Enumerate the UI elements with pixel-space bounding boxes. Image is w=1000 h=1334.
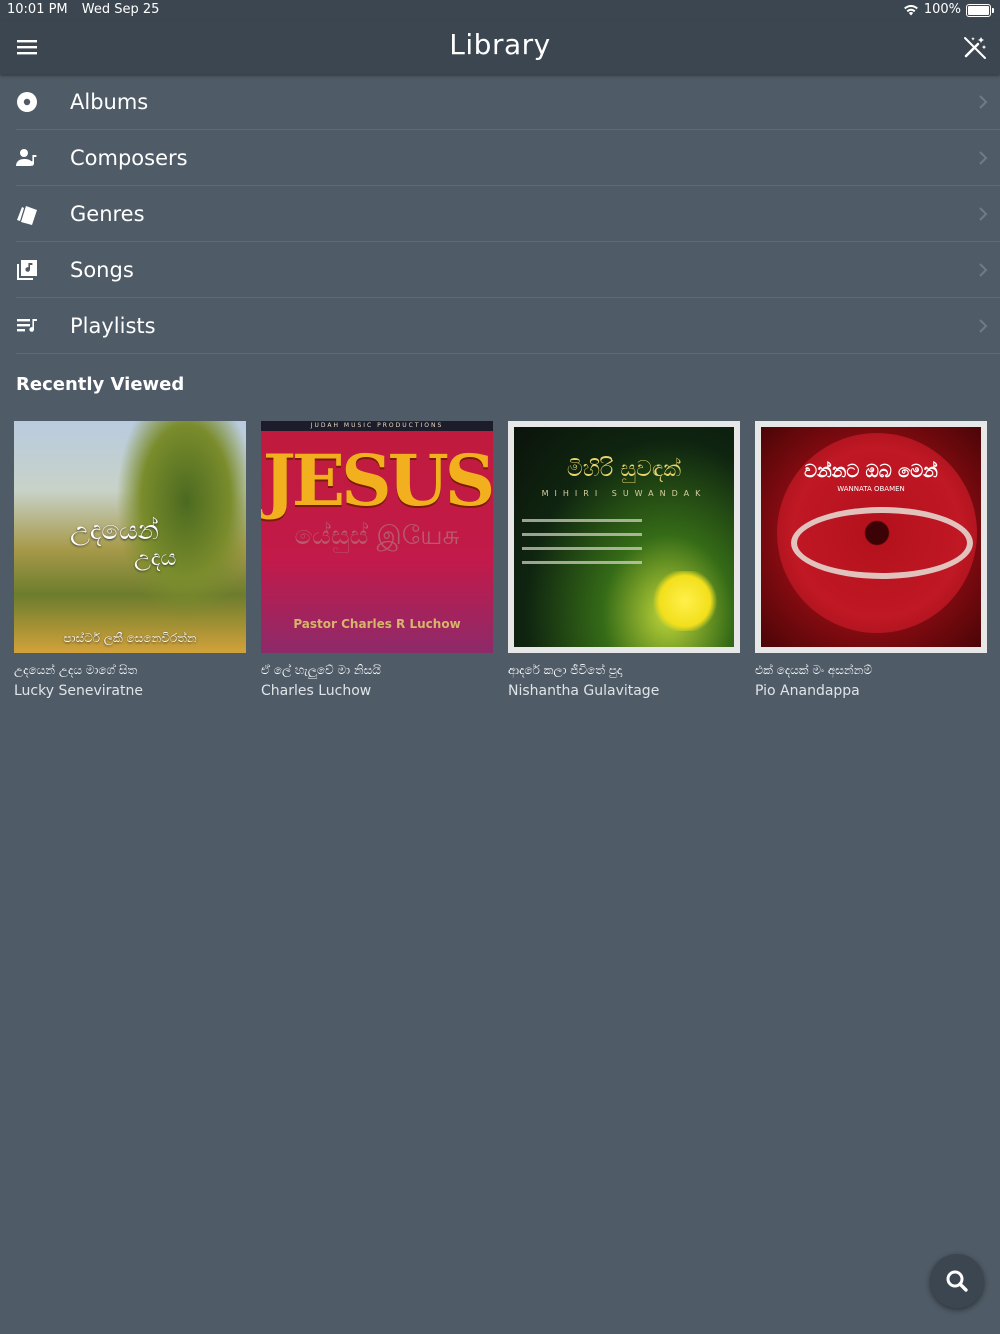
cover-text: JUDAH MUSIC PRODUCTIONS bbox=[261, 421, 493, 431]
library-item-label: Genres bbox=[70, 202, 145, 226]
playlist-icon bbox=[17, 319, 37, 332]
cover-text: JESUS bbox=[262, 439, 493, 522]
nav-bar: Library bbox=[0, 20, 1000, 74]
cover-track-lines bbox=[522, 519, 642, 575]
page-title: Library bbox=[449, 28, 551, 61]
album-artist: Pio Anandappa bbox=[755, 683, 860, 699]
genre-icon bbox=[17, 206, 37, 225]
cover-text: උදයෙන් bbox=[70, 516, 159, 546]
search-icon bbox=[946, 1270, 968, 1292]
cover-art: මිහිරි සුවඳක් MIHIRI SUWANDAK bbox=[514, 427, 734, 647]
status-bar: 10:01 PM Wed Sep 25 100% bbox=[0, 0, 1000, 20]
library-item-songs[interactable]: Songs bbox=[0, 242, 1000, 298]
album-artist: Charles Luchow bbox=[261, 683, 372, 699]
chevron-right-icon bbox=[979, 95, 988, 109]
status-time: 10:01 PM bbox=[7, 2, 68, 17]
library-item-albums[interactable]: Albums bbox=[0, 74, 1000, 130]
battery-icon bbox=[966, 3, 991, 17]
cover-text: පාස්ටර් ලකී සෙනෙවිරත්න bbox=[63, 631, 197, 645]
chevron-right-icon bbox=[979, 151, 988, 165]
battery-percent: 100% bbox=[923, 2, 961, 17]
status-date: Wed Sep 25 bbox=[81, 2, 160, 17]
library-item-composers[interactable]: Composers bbox=[0, 130, 1000, 186]
recent-album-card[interactable]: මිහිරි සුවඳක් MIHIRI SUWANDAK ආදරේ කලා ජ… bbox=[508, 421, 740, 699]
library-item-playlists[interactable]: Playlists bbox=[0, 298, 1000, 354]
library-item-genres[interactable]: Genres bbox=[0, 186, 1000, 242]
cover-text: උදය bbox=[134, 546, 177, 571]
cover-text: MIHIRI SUWANDAK bbox=[541, 489, 707, 498]
library-item-label: Albums bbox=[70, 90, 149, 114]
chevron-right-icon bbox=[979, 207, 988, 221]
wifi-icon bbox=[903, 4, 918, 16]
library-item-label: Songs bbox=[70, 258, 134, 282]
recent-album-card[interactable]: උදයෙන් උදය පාස්ටර් ලකී සෙනෙවිරත්න උදයෙන්… bbox=[14, 421, 246, 699]
album-title: ආදරේ කලා ජීවිතේ පුදා bbox=[508, 663, 623, 677]
album-cover: උදයෙන් උදය පාස්ටර් ලකී සෙනෙවිරත්න bbox=[14, 421, 246, 653]
cover-text: WANNATA OBAMEN bbox=[837, 485, 905, 493]
album-artist: Lucky Seneviratne bbox=[14, 683, 143, 699]
recent-album-card[interactable]: JUDAH MUSIC PRODUCTIONS JESUS යේසුස් இயே… bbox=[261, 421, 493, 699]
album-title: ඒ ලේ හැලුවේ මා නිසයි bbox=[261, 663, 381, 677]
library-list: Albums Composers Genres Songs Playlists bbox=[0, 74, 1000, 354]
cover-art-flower bbox=[650, 571, 720, 631]
album-icon bbox=[17, 92, 37, 112]
song-icon bbox=[17, 260, 37, 280]
chevron-right-icon bbox=[979, 319, 988, 333]
cover-text: යේසුස් இயேசு bbox=[294, 521, 460, 551]
library-item-label: Composers bbox=[70, 146, 188, 170]
album-cover: වන්නට ඔබ මෙන් WANNATA OBAMEN bbox=[755, 421, 987, 653]
recent-album-card[interactable]: වන්නට ඔබ මෙන් WANNATA OBAMEN එක් දෙයක් ම… bbox=[755, 421, 987, 699]
album-cover: මිහිරි සුවඳක් MIHIRI SUWANDAK bbox=[508, 421, 740, 653]
section-title-recently-viewed: Recently Viewed bbox=[16, 374, 185, 395]
cover-art-crown bbox=[791, 507, 973, 579]
library-item-label: Playlists bbox=[70, 314, 156, 338]
battery-tip bbox=[992, 7, 994, 13]
album-title: උදයෙන් උදය මාගේ සිත bbox=[14, 663, 138, 677]
album-cover: JUDAH MUSIC PRODUCTIONS JESUS යේසුස් இயே… bbox=[261, 421, 493, 653]
composer-icon bbox=[16, 149, 37, 166]
magic-wand-off-icon[interactable] bbox=[962, 34, 988, 60]
cover-text: මිහිරි සුවඳක් bbox=[566, 457, 682, 482]
album-title: එක් දෙයක් මං අසන්නම් bbox=[755, 663, 872, 677]
album-artist: Nishantha Gulavitage bbox=[508, 683, 660, 699]
chevron-right-icon bbox=[979, 263, 988, 277]
divider bbox=[16, 353, 1000, 354]
search-button[interactable] bbox=[930, 1254, 984, 1308]
cover-text: Pastor Charles R Luchow bbox=[293, 617, 461, 631]
cover-text: වන්නට ඔබ මෙන් bbox=[804, 461, 938, 482]
cover-art: වන්නට ඔබ මෙන් WANNATA OBAMEN bbox=[761, 427, 981, 647]
recent-row: උදයෙන් උදය පාස්ටර් ලකී සෙනෙවිරත්න උදයෙන්… bbox=[14, 421, 987, 699]
